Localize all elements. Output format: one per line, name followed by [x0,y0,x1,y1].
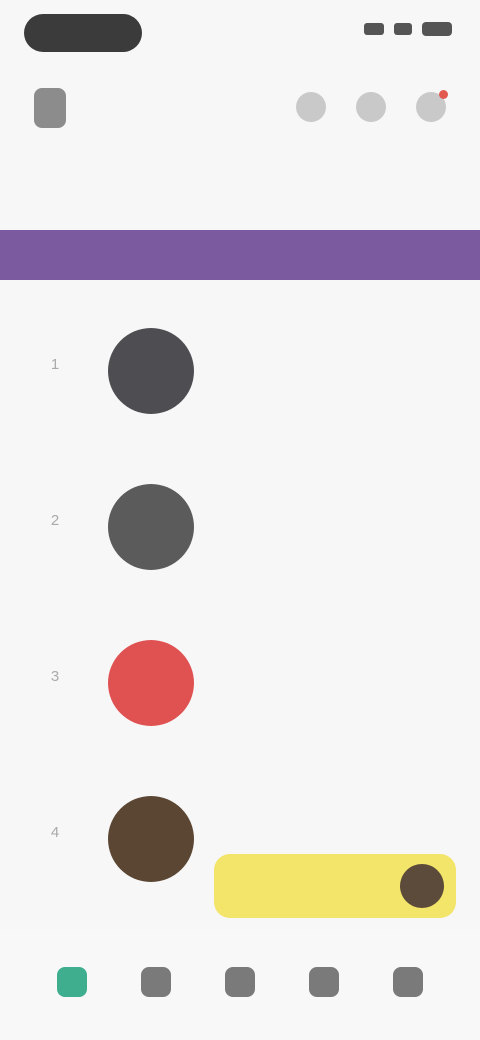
nav-messages[interactable] [294,967,354,1003]
item-thumbnail [108,640,194,726]
bookmark-icon[interactable] [356,92,386,122]
item-text [212,480,412,486]
notification-icon[interactable] [416,90,448,122]
brand[interactable] [34,88,78,128]
brand-logo [34,88,66,128]
messages-icon [309,967,339,997]
item-thumbnail [108,796,194,882]
search-icon[interactable] [296,92,326,122]
rank-number: 1 [50,356,60,373]
item-text [212,636,412,642]
status-icons [364,22,452,36]
list-item[interactable]: 3 [0,608,480,764]
item-text [212,792,412,798]
item-text [212,324,412,330]
explore-icon [141,967,171,997]
rank-number: 4 [50,824,60,841]
header-actions [296,90,448,122]
rank-number: 3 [50,668,60,685]
promo-avatar [400,864,444,908]
status-bar [0,0,480,64]
item-thumbnail [108,484,194,570]
list-item[interactable]: 2 [0,452,480,608]
home-icon [57,967,87,997]
wifi-icon [394,23,412,35]
signal-icon [364,23,384,35]
rank-number: 2 [50,512,60,529]
list-item[interactable]: 1 [0,296,480,452]
item-thumbnail [108,328,194,414]
nav-library[interactable] [210,967,270,1003]
library-icon [225,967,255,997]
nav-home[interactable] [42,967,102,1003]
nav-profile[interactable] [378,967,438,1003]
category-banner[interactable] [0,230,480,280]
profile-icon [393,967,423,997]
app-screen: 1 2 3 4 [0,0,480,1040]
notification-dot [439,90,448,99]
status-pill [24,14,142,52]
app-header [0,74,480,144]
bottom-nav [0,930,480,1040]
nav-explore[interactable] [126,967,186,1003]
battery-icon [422,22,452,36]
ranked-list: 1 2 3 4 [0,296,480,920]
promo-pill[interactable] [214,854,456,918]
